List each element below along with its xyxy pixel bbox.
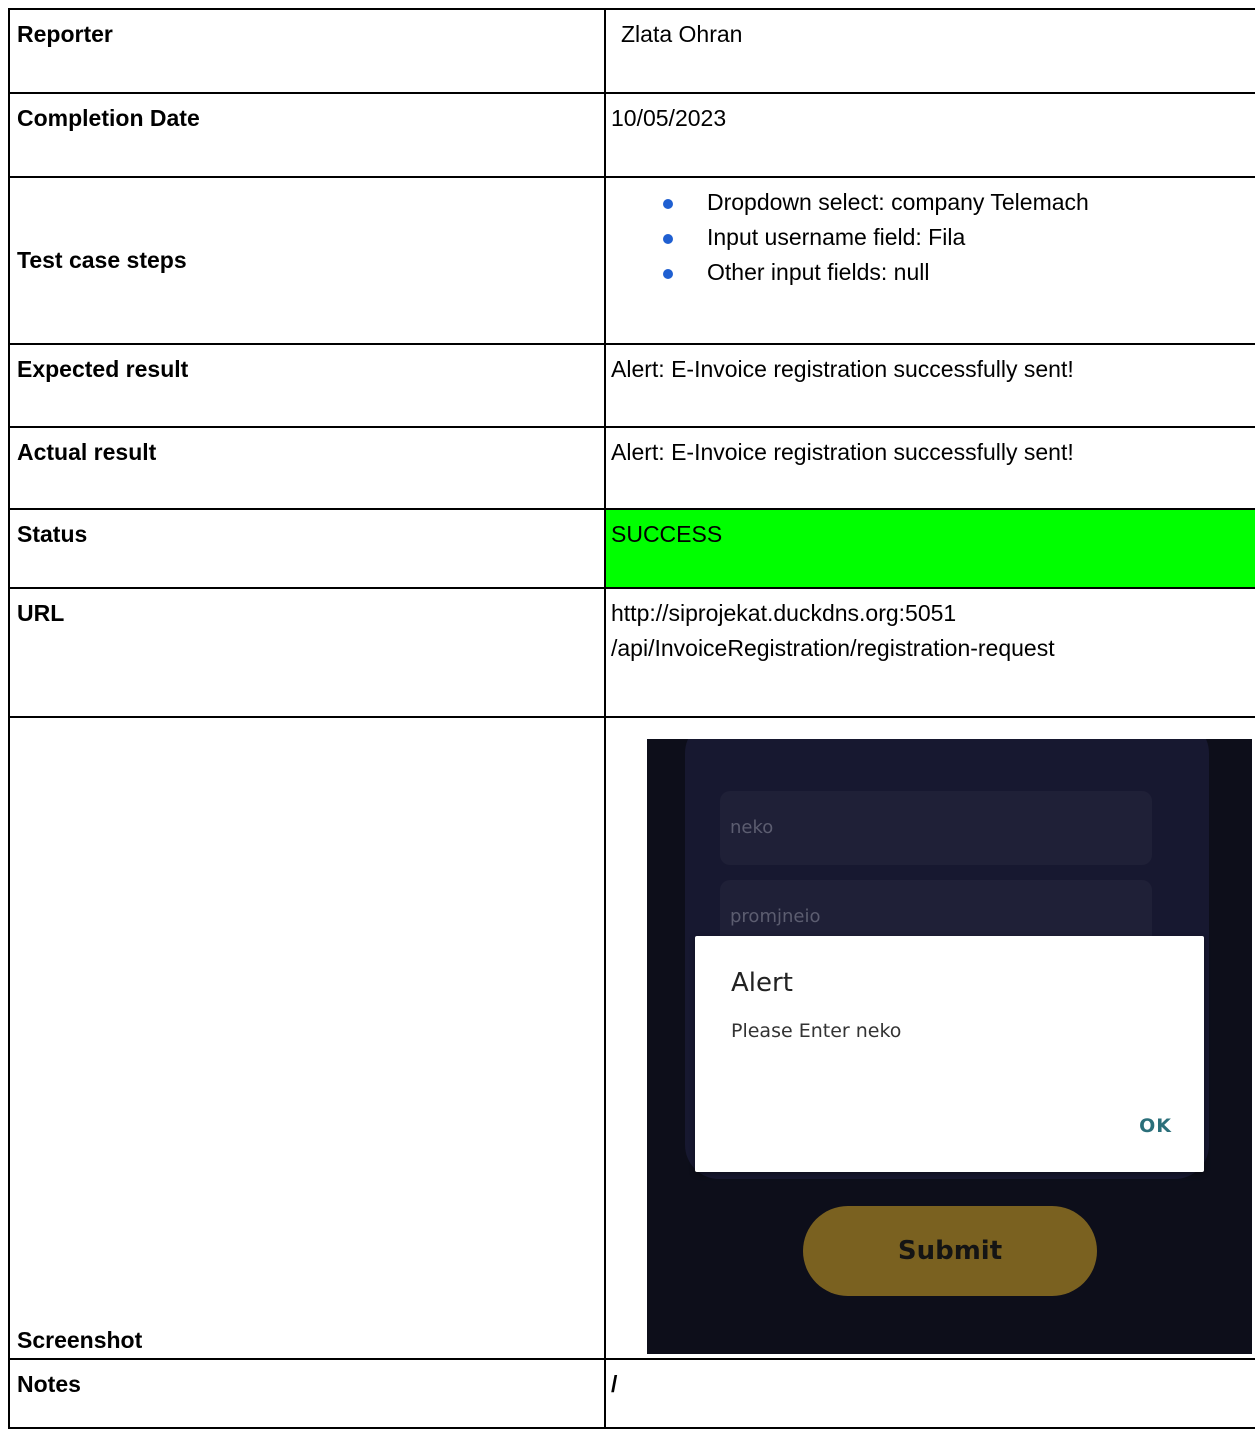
url-value: http://siprojekat.duckdns.org:5051 /api/… <box>604 587 1255 718</box>
completion-date-value: 10/05/2023 <box>604 92 1255 178</box>
notes-value: / <box>604 1358 1255 1429</box>
row-screenshot: Screenshot neko promjneio Alert Please E… <box>8 716 1255 1360</box>
notes-label: Notes <box>8 1358 606 1429</box>
url-line-1: http://siprojekat.duckdns.org:5051 <box>611 600 957 626</box>
url-label: URL <box>8 587 606 718</box>
row-url: URL http://siprojekat.duckdns.org:5051 /… <box>8 587 1255 718</box>
row-expected-result: Expected result Alert: E-Invoice registr… <box>8 343 1255 428</box>
row-reporter: Reporter Zlata Ohran <box>8 8 1255 94</box>
row-actual-result: Actual result Alert: E-Invoice registrat… <box>8 426 1255 510</box>
row-status: Status SUCCESS <box>8 508 1255 589</box>
actual-result-value: Alert: E-Invoice registration successful… <box>604 426 1255 510</box>
step-text: Dropdown select: company Telemach <box>707 189 1089 215</box>
alert-message: Please Enter neko <box>731 1020 902 1042</box>
row-notes: Notes / <box>8 1358 1255 1429</box>
expected-result-label: Expected result <box>8 343 606 428</box>
actual-result-label: Actual result <box>8 426 606 510</box>
bullet-icon <box>663 199 673 209</box>
alert-title: Alert <box>731 968 793 998</box>
step-text: Other input fields: null <box>707 259 930 285</box>
row-test-case-steps: Test case steps Dropdown select: company… <box>8 176 1255 345</box>
reporter-value: Zlata Ohran <box>604 8 1255 94</box>
app-screenshot: neko promjneio Alert Please Enter neko O… <box>647 739 1252 1354</box>
test-report-table: Reporter Zlata Ohran Completion Date 10/… <box>8 8 1255 1429</box>
url-line-2: /api/InvoiceRegistration/registration-re… <box>611 635 1055 661</box>
test-case-steps-value: Dropdown select: company Telemach Input … <box>604 176 1255 345</box>
alert-ok-button: OK <box>1139 1115 1172 1137</box>
completion-date-label: Completion Date <box>8 92 606 178</box>
list-item: Other input fields: null <box>657 255 1255 290</box>
screenshot-value: neko promjneio Alert Please Enter neko O… <box>604 716 1255 1360</box>
screenshot-label: Screenshot <box>8 716 606 1360</box>
status-badge: SUCCESS <box>604 508 1255 589</box>
expected-result-value: Alert: E-Invoice registration successful… <box>604 343 1255 428</box>
status-label: Status <box>8 508 606 589</box>
submit-button: Submit <box>803 1206 1097 1296</box>
test-case-steps-label: Test case steps <box>8 176 606 345</box>
list-item: Input username field: Fila <box>657 220 1255 255</box>
bullet-icon <box>663 234 673 244</box>
alert-dialog: Alert Please Enter neko OK <box>695 936 1204 1172</box>
row-completion-date: Completion Date 10/05/2023 <box>8 92 1255 178</box>
reporter-label: Reporter <box>8 8 606 94</box>
list-item: Dropdown select: company Telemach <box>657 185 1255 220</box>
neko-field: neko <box>720 791 1152 865</box>
step-text: Input username field: Fila <box>707 224 966 250</box>
bullet-icon <box>663 269 673 279</box>
steps-list: Dropdown select: company Telemach Input … <box>611 185 1255 290</box>
